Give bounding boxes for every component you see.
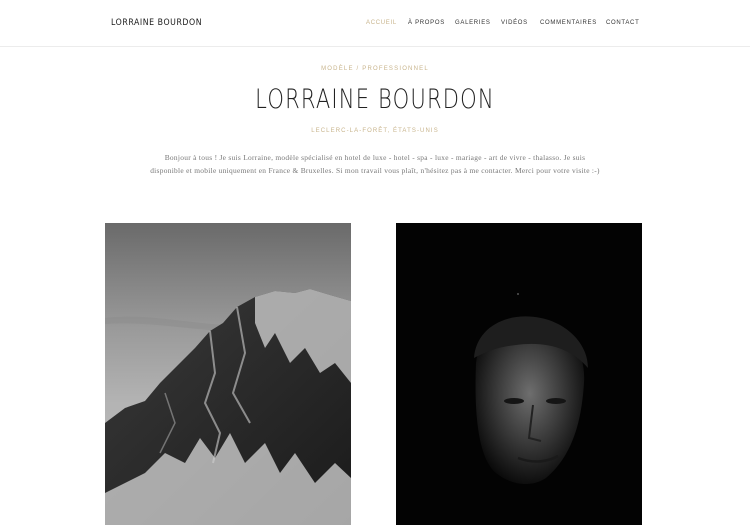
location-label: LECLERC-LA-FORÊT, ÉTATS-UNIS — [311, 128, 439, 134]
nav-item-commentaires[interactable]: COMMENTAIRES — [540, 20, 597, 26]
bio-text: Bonjour à tous ! Je suis Lorraine, modèl… — [150, 153, 600, 175]
portrait-image — [396, 223, 642, 525]
nav-item-a-propos[interactable]: À PROPOS — [408, 20, 445, 26]
nav-item-videos[interactable]: VIDÉOS — [501, 20, 528, 26]
nav-item-contact[interactable]: CONTACT — [606, 20, 639, 26]
nav-item-accueil[interactable]: ACCUEIL — [366, 20, 397, 26]
page-title: LORRAINE BOURDON — [255, 84, 495, 115]
nav-item-galeries[interactable]: GALERIES — [455, 20, 491, 26]
main-nav: ACCUEIL À PROPOS GALERIES VIDÉOS COMMENT… — [0, 20, 750, 30]
gallery-photo-portrait[interactable] — [396, 223, 642, 525]
site-header: LORRAINE BOURDON ACCUEIL À PROPOS GALERI… — [0, 0, 750, 47]
profession-tagline: MODÈLE / PROFESSIONNEL — [321, 66, 429, 72]
mountain-image — [105, 223, 351, 525]
gallery-photo-mountain[interactable] — [105, 223, 351, 525]
